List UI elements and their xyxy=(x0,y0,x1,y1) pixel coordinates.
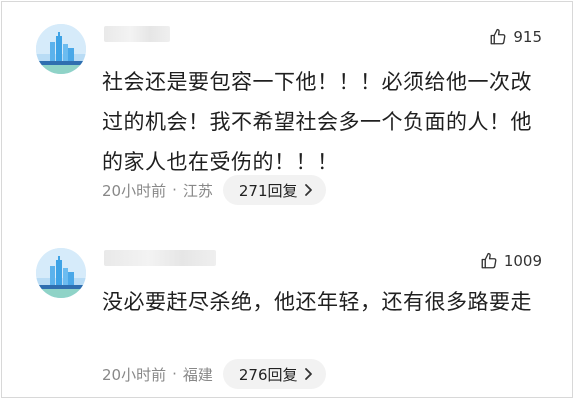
reply-count: 271回复 xyxy=(238,181,298,200)
chevron-right-icon xyxy=(304,368,312,380)
chevron-right-icon xyxy=(304,184,312,196)
like-count: 1009 xyxy=(503,252,542,270)
comment-text: 没必要赶尽杀绝，他还年轻，还有很多路要走 xyxy=(102,290,532,314)
replies-button[interactable]: 276回复 xyxy=(222,359,326,389)
comment-location: 福建 xyxy=(182,365,213,384)
like-button[interactable]: 1009 xyxy=(480,252,542,270)
like-count: 915 xyxy=(513,28,542,46)
reply-count: 276回复 xyxy=(238,365,298,384)
comment-time: 20小时前 xyxy=(102,365,167,384)
comment-time: 20小时前 xyxy=(102,181,167,200)
avatar[interactable] xyxy=(36,248,86,298)
username-blurred[interactable] xyxy=(104,250,216,266)
comment-meta: 20小时前 · 福建 276回复 xyxy=(102,359,326,389)
avatar[interactable] xyxy=(36,24,86,74)
comment-text: 社会还是要包容一下他！！！必须给他一次改过的机会！我不希望社会多一个负面的人！他… xyxy=(102,70,532,174)
separator-dot: · xyxy=(172,365,177,383)
thumbs-up-outline-icon xyxy=(481,252,497,269)
like-button[interactable]: 915 xyxy=(489,28,542,46)
separator-dot: · xyxy=(172,181,177,199)
replies-button[interactable]: 271回复 xyxy=(222,175,326,205)
comment-meta: 20小时前 · 江苏 271回复 xyxy=(102,175,326,205)
comment-list-panel: 915 社会还是要包容一下他！！！必须给他一次改过的机会！我不希望社会多一个负面… xyxy=(1,1,573,398)
thumbs-up-outline-icon xyxy=(490,28,506,45)
comment-location: 江苏 xyxy=(182,181,213,200)
username-blurred[interactable] xyxy=(104,26,170,42)
